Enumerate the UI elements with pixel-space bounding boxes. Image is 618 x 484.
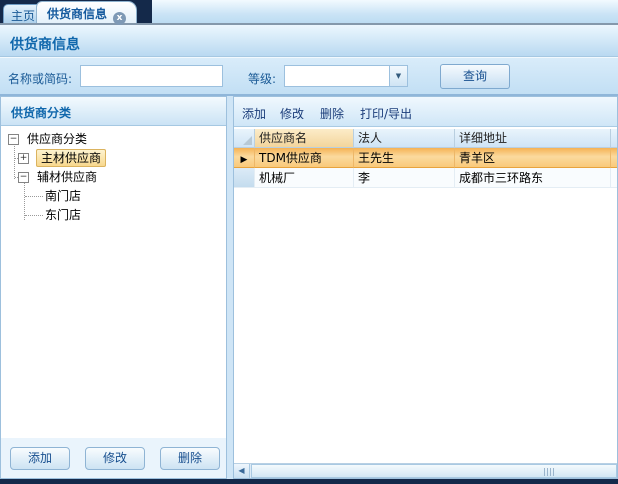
toolbar-delete-button[interactable]: 删除 xyxy=(320,105,344,122)
level-combobox-value xyxy=(288,69,389,85)
tab-supplier-info-label: 供货商信息 xyxy=(47,7,107,21)
cell-supplier-name[interactable]: TDM供应商 xyxy=(255,148,354,168)
column-header-clipped xyxy=(611,129,617,148)
tree-node-root[interactable]: −供应商分类 xyxy=(1,130,226,149)
table-row[interactable]: 机械厂 李 成都市三环路东 xyxy=(234,168,617,188)
toolbar-add-button[interactable]: 添加 xyxy=(242,105,266,122)
tree-node-main-supplier[interactable]: + 主材供应商 xyxy=(1,149,226,168)
tree-leaf-east-store-label[interactable]: 东门店 xyxy=(45,208,81,222)
page-title: 供货商信息 xyxy=(10,34,80,54)
category-panel-title: 供货商分类 xyxy=(11,104,71,121)
table-header-row: 供应商名 法人 详细地址 xyxy=(234,129,617,148)
main-area: 供货商分类 −供应商分类 +主材供应商 −辅材供应商 xyxy=(0,96,618,479)
category-edit-button[interactable]: 修改 xyxy=(85,447,145,470)
tree-node-aux-supplier[interactable]: −辅材供应商 xyxy=(1,168,226,187)
search-bar: 名称或简码: 等级: ▼ 查询 xyxy=(0,57,618,96)
category-panel-header: 供货商分类 xyxy=(1,97,226,126)
name-code-label: 名称或简码: xyxy=(8,70,72,87)
corner-triangle-icon xyxy=(243,136,252,145)
scrollbar-thumb[interactable] xyxy=(251,464,617,478)
column-header-supplier-name[interactable]: 供应商名 xyxy=(255,129,354,148)
cell-address[interactable]: 青羊区 xyxy=(455,148,611,168)
tree-leaf-south-store[interactable]: 南门店 xyxy=(1,187,226,206)
category-panel: 供货商分类 −供应商分类 +主材供应商 −辅材供应商 xyxy=(0,96,227,479)
column-header-legal-person[interactable]: 法人 xyxy=(354,129,455,148)
row-indicator-cell xyxy=(234,168,255,188)
toolbar-print-export-button[interactable]: 打印/导出 xyxy=(360,105,412,122)
scroll-left-arrow-icon[interactable]: ◀ xyxy=(234,464,250,478)
name-code-input[interactable] xyxy=(80,65,223,87)
tree-node-root-label[interactable]: 供应商分类 xyxy=(27,132,87,146)
level-combobox[interactable]: ▼ xyxy=(284,65,408,87)
supplier-grid-panel: 添加 修改 删除 打印/导出 供应商名 法人 详细地址 ▶ TDM供应商 xyxy=(233,96,618,479)
row-pointer-icon: ▶ xyxy=(241,155,248,165)
tree-leaf-south-store-label[interactable]: 南门店 xyxy=(45,189,81,203)
cell-clipped xyxy=(611,168,617,188)
tab-close-icon[interactable]: x xyxy=(113,12,126,25)
row-indicator-cell: ▶ xyxy=(234,148,255,168)
expand-icon[interactable]: + xyxy=(18,153,29,164)
cell-clipped xyxy=(611,148,617,168)
category-add-button[interactable]: 添加 xyxy=(10,447,70,470)
category-tree: −供应商分类 +主材供应商 −辅材供应商 南门店 东门店 xyxy=(1,126,226,438)
query-button[interactable]: 查询 xyxy=(440,64,510,89)
category-delete-button[interactable]: 删除 xyxy=(160,447,220,470)
tree-node-aux-supplier-label[interactable]: 辅材供应商 xyxy=(37,170,97,184)
tree-leaf-east-store[interactable]: 东门店 xyxy=(1,206,226,225)
combobox-dropdown-button[interactable]: ▼ xyxy=(389,66,407,86)
tab-strip: 主页 供货商信息 x xyxy=(0,0,618,25)
title-bar: 供货商信息 xyxy=(0,25,618,57)
category-button-bar: 添加 修改 删除 xyxy=(1,438,226,478)
cell-supplier-name[interactable]: 机械厂 xyxy=(255,168,354,188)
row-indicator-header[interactable] xyxy=(234,129,255,148)
chevron-down-icon: ▼ xyxy=(396,72,401,80)
grid-toolbar: 添加 修改 删除 打印/导出 xyxy=(234,97,617,127)
supplier-table: 供应商名 法人 详细地址 ▶ TDM供应商 王先生 青羊区 机械厂 xyxy=(234,129,617,463)
cell-legal-person[interactable]: 王先生 xyxy=(354,148,455,168)
tab-home-label: 主页 xyxy=(11,9,35,23)
table-row[interactable]: ▶ TDM供应商 王先生 青羊区 xyxy=(234,148,617,168)
toolbar-edit-button[interactable]: 修改 xyxy=(280,105,304,122)
scrollbar-grip-icon xyxy=(544,468,554,476)
window-bottom-frame xyxy=(0,479,618,484)
tab-supplier-info[interactable]: 供货商信息 x xyxy=(36,1,137,23)
app-window: 主页 供货商信息 x 供货商信息 名称或简码: 等级: ▼ 查询 供货商分类 xyxy=(0,0,618,484)
horizontal-scrollbar[interactable]: ◀ xyxy=(234,463,617,478)
column-header-address[interactable]: 详细地址 xyxy=(455,129,611,148)
cell-legal-person[interactable]: 李 xyxy=(354,168,455,188)
cell-address[interactable]: 成都市三环路东 xyxy=(455,168,611,188)
tree-node-main-supplier-label[interactable]: 主材供应商 xyxy=(36,149,106,167)
collapse-icon[interactable]: − xyxy=(18,172,29,183)
level-label: 等级: xyxy=(248,70,276,87)
collapse-icon[interactable]: − xyxy=(8,134,19,145)
